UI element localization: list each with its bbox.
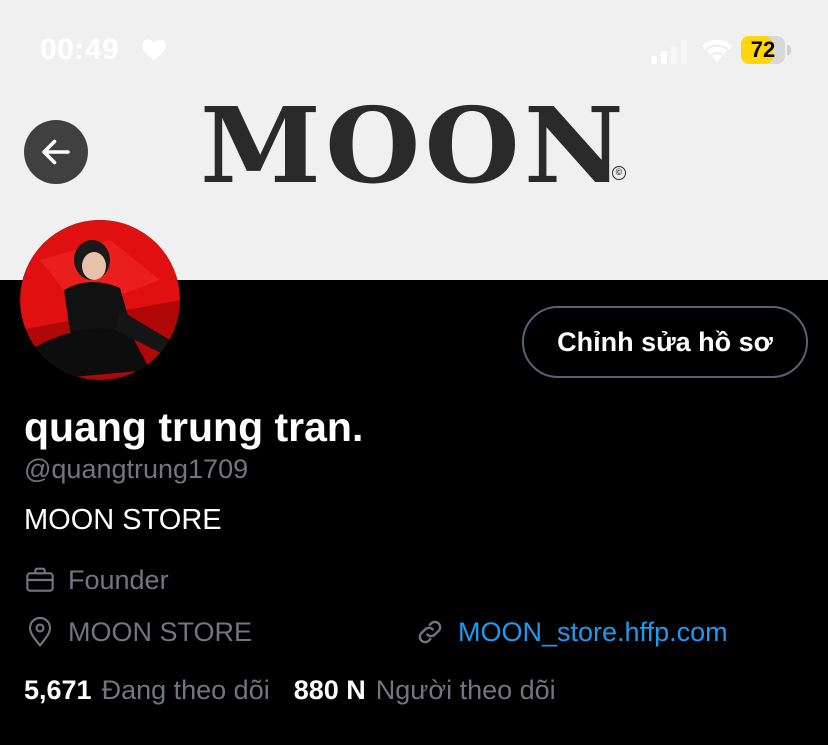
job-label: Founder <box>68 564 169 595</box>
status-bar: 00:49 72 <box>0 0 828 100</box>
battery-level: 72 <box>750 37 776 62</box>
link-icon <box>418 620 442 644</box>
status-time: 00:49 <box>40 33 120 66</box>
profile-website[interactable]: MOON_store.hffp.com <box>414 616 728 648</box>
avatar[interactable] <box>20 220 180 380</box>
profile-job: Founder <box>24 564 169 596</box>
following-label[interactable]: Đang theo dõi <box>102 675 270 706</box>
location-label: MOON STORE <box>68 616 253 647</box>
edit-profile-button[interactable]: Chỉnh sửa hồ sơ <box>522 306 808 378</box>
wifi-icon <box>702 39 732 62</box>
arrow-left-icon <box>42 139 70 165</box>
briefcase-icon <box>26 567 54 592</box>
user-handle: @quangtrung1709 <box>24 454 249 484</box>
copyright-mark: © <box>612 166 626 180</box>
website-link[interactable]: MOON_store.hffp.com <box>458 617 728 648</box>
location-pin-icon <box>28 616 52 647</box>
moon-logo: MOON <box>200 92 628 188</box>
back-button[interactable] <box>24 120 88 184</box>
followers-count[interactable]: 880 N <box>294 675 366 706</box>
svg-text:MOON: MOON <box>200 92 628 188</box>
bio: MOON STORE <box>24 504 222 536</box>
battery-icon: 72 <box>741 36 791 64</box>
avatar-photo <box>20 220 180 380</box>
signal-icon <box>651 40 687 64</box>
profile-location: MOON STORE <box>24 616 252 648</box>
follow-stats: 5,671 Đang theo dõi 880 N Người theo dõi <box>24 675 580 706</box>
heart-icon <box>142 39 166 61</box>
display-name: quang trung tran. <box>24 404 364 450</box>
followers-label[interactable]: Người theo dõi <box>376 675 556 706</box>
following-count[interactable]: 5,671 <box>24 675 92 706</box>
